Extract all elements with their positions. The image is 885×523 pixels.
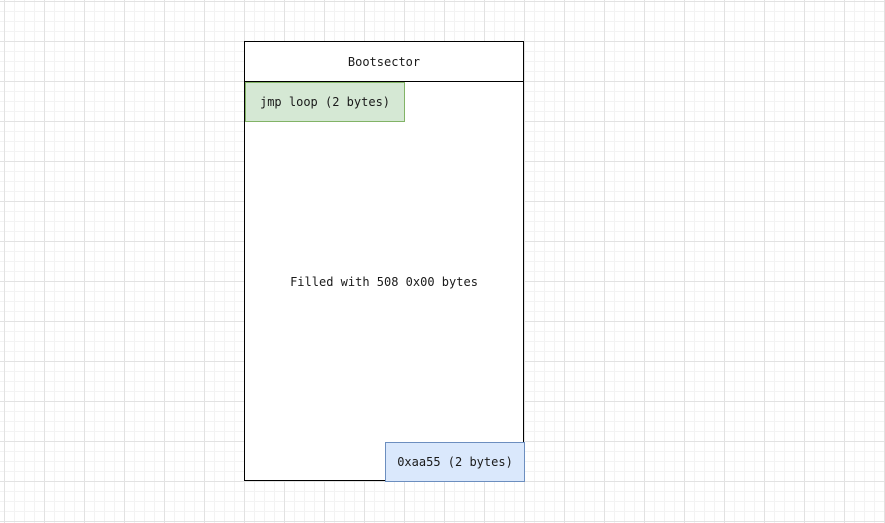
- jmp-loop-block[interactable]: jmp loop (2 bytes): [245, 82, 405, 122]
- bootsector-container[interactable]: Bootsector jmp loop (2 bytes) Filled wit…: [244, 41, 525, 482]
- fill-bytes-label: Filled with 508 0x00 bytes: [290, 275, 478, 289]
- bootsector-title[interactable]: Bootsector: [245, 42, 523, 82]
- diagram-canvas: Bootsector jmp loop (2 bytes) Filled wit…: [0, 0, 885, 523]
- boot-signature-block[interactable]: 0xaa55 (2 bytes): [385, 442, 525, 482]
